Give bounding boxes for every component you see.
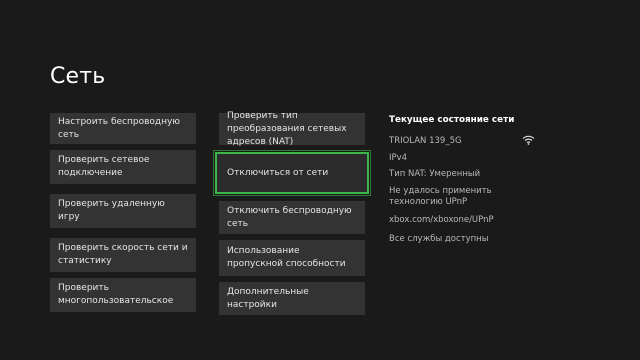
advanced-settings-label: Дополнительные настройки: [227, 286, 309, 310]
network-name: TRIOLAN 139_5G: [389, 136, 462, 146]
test-speed-label: Проверить скорость сети и статистику: [58, 243, 188, 266]
services-status: Все службы доступны: [389, 234, 489, 244]
ip-protocol: IPv4: [389, 153, 408, 163]
test-nat-button[interactable]: Проверить тип преобразования сетевых адр…: [219, 111, 365, 147]
nat-type: Тип NAT: Умеренный: [389, 169, 481, 179]
bandwidth-usage-label: Использование пропускной способности: [227, 246, 346, 269]
setup-wireless-label: Настроить беспроводную сеть: [58, 116, 180, 140]
test-connection-button[interactable]: Проверить сетевое подключение: [50, 150, 196, 184]
test-remote-play-button[interactable]: Проверить удаленную игру: [50, 194, 196, 228]
test-multiplayer-label: Проверить многопользовательское: [58, 283, 174, 306]
advanced-settings-button[interactable]: Дополнительные настройки: [219, 282, 365, 315]
test-multiplayer-button[interactable]: Проверить многопользовательское: [50, 278, 196, 312]
disable-wireless-button[interactable]: Отключить беспроводную сеть: [219, 201, 365, 234]
network-status-panel: Текущее состояние сети TRIOLAN 139_5G IP…: [389, 113, 539, 244]
test-speed-button[interactable]: Проверить скорость сети и статистику: [50, 238, 196, 272]
disconnect-button[interactable]: Отключиться от сети: [215, 152, 369, 194]
upnp-error: Не удалось применить технологию UPnP: [389, 186, 492, 207]
disconnect-label: Отключиться от сети: [227, 167, 329, 178]
test-remote-play-label: Проверить удаленную игру: [58, 199, 165, 222]
upnp-help-link: xbox.com/xboxone/UPnP: [389, 215, 494, 225]
disable-wireless-label: Отключить беспроводную сеть: [227, 205, 352, 229]
network-menu-left: Настроить беспроводную сеть Проверить се…: [50, 113, 196, 312]
setup-wireless-button[interactable]: Настроить беспроводную сеть: [50, 113, 196, 144]
page-title: Сеть: [50, 64, 106, 89]
network-menu-right: Проверить тип преобразования сетевых адр…: [215, 111, 369, 315]
status-heading: Текущее состояние сети: [389, 115, 515, 125]
bandwidth-usage-button[interactable]: Использование пропускной способности: [219, 240, 365, 276]
test-nat-label: Проверить тип преобразования сетевых адр…: [227, 110, 347, 147]
test-connection-label: Проверить сетевое подключение: [58, 155, 150, 178]
wifi-signal-icon: [522, 134, 535, 145]
